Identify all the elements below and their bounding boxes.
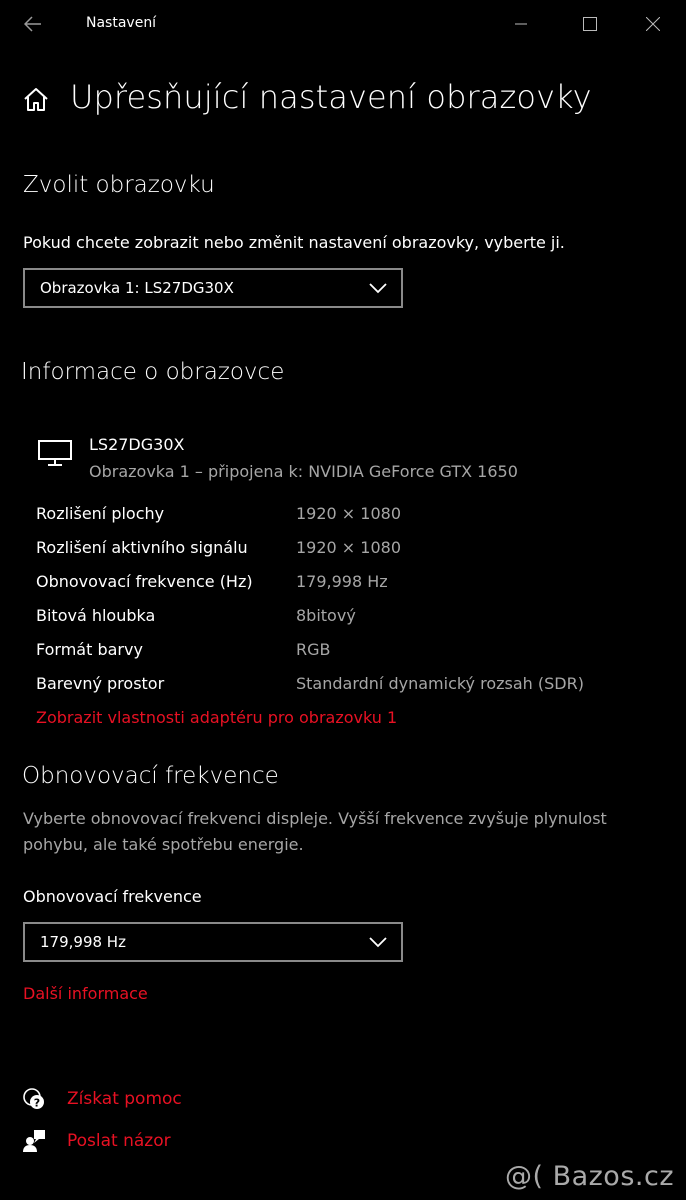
info-label: Obnovovací frekvence (Hz) — [36, 572, 253, 591]
info-value: 179,998 Hz — [296, 572, 388, 591]
info-value: Standardní dynamický rozsah (SDR) — [296, 674, 584, 693]
window-title: Nastavení — [86, 15, 157, 31]
refresh-rate-select-value: 179,998 Hz — [40, 933, 126, 951]
info-value: 8bitový — [296, 606, 356, 625]
minimize-button[interactable] — [498, 6, 544, 42]
chevron-down-icon — [369, 937, 387, 948]
maximize-icon — [583, 17, 597, 31]
refresh-rate-heading: Obnovovací frekvence — [22, 763, 279, 789]
more-info-link[interactable]: Další informace — [23, 984, 148, 1003]
help-icon: ? — [23, 1088, 44, 1110]
choose-display-heading: Zvolit obrazovku — [23, 172, 215, 198]
monitor-subtitle: Obrazovka 1 – připojena k: NVIDIA GeForc… — [89, 462, 518, 481]
title-bar: Nastavení — [0, 0, 686, 48]
maximize-button[interactable] — [567, 6, 613, 42]
info-label: Rozlišení plochy — [36, 504, 165, 523]
adapter-properties-link[interactable]: Zobrazit vlastnosti adaptéru pro obrazov… — [36, 708, 397, 727]
info-value: 1920 × 1080 — [296, 504, 402, 523]
info-row: Rozlišení aktivního signálu 1920 × 1080 — [36, 538, 656, 568]
display-info-heading: Informace o obrazovce — [21, 359, 285, 385]
refresh-rate-field-label: Obnovovací frekvence — [23, 887, 202, 906]
page-title: Upřesňující nastavení obrazovky — [70, 78, 592, 116]
monitor-name: LS27DG30X — [89, 435, 185, 454]
info-label: Formát barvy — [36, 640, 143, 659]
monitor-icon — [38, 440, 72, 466]
refresh-rate-select[interactable]: 179,998 Hz — [23, 922, 403, 962]
send-feedback-link[interactable]: Poslat názor — [67, 1131, 171, 1151]
feedback-icon — [23, 1130, 45, 1152]
close-button[interactable] — [630, 6, 676, 42]
minimize-icon — [515, 23, 527, 25]
info-value: RGB — [296, 640, 331, 659]
info-label: Barevný prostor — [36, 674, 165, 693]
info-row: Rozlišení plochy 1920 × 1080 — [36, 504, 656, 534]
chevron-down-icon — [369, 283, 387, 294]
display-select[interactable]: Obrazovka 1: LS27DG30X — [23, 268, 403, 308]
info-label: Bitová hloubka — [36, 606, 156, 625]
svg-text:?: ? — [34, 1097, 40, 1110]
close-icon — [646, 17, 660, 31]
home-icon[interactable] — [22, 86, 50, 114]
display-select-value: Obrazovka 1: LS27DG30X — [40, 279, 234, 297]
info-row: Barevný prostor Standardní dynamický roz… — [36, 674, 656, 704]
info-label: Rozlišení aktivního signálu — [36, 538, 248, 557]
back-arrow-icon — [24, 16, 41, 32]
back-button[interactable] — [10, 6, 56, 42]
choose-display-description: Pokud chcete zobrazit nebo změnit nastav… — [23, 233, 565, 252]
refresh-rate-description-line2: pohybu, ale také spotřebu energie. — [23, 835, 304, 854]
info-row: Bitová hloubka 8bitový — [36, 606, 656, 636]
refresh-rate-description-line1: Vyberte obnovovací frekvenci displeje. V… — [23, 809, 607, 828]
info-value: 1920 × 1080 — [296, 538, 402, 557]
get-help-link[interactable]: Získat pomoc — [67, 1089, 182, 1109]
info-row: Obnovovací frekvence (Hz) 179,998 Hz — [36, 572, 656, 602]
watermark: @( Bazos.cz — [504, 1161, 674, 1192]
info-row: Formát barvy RGB — [36, 640, 656, 670]
